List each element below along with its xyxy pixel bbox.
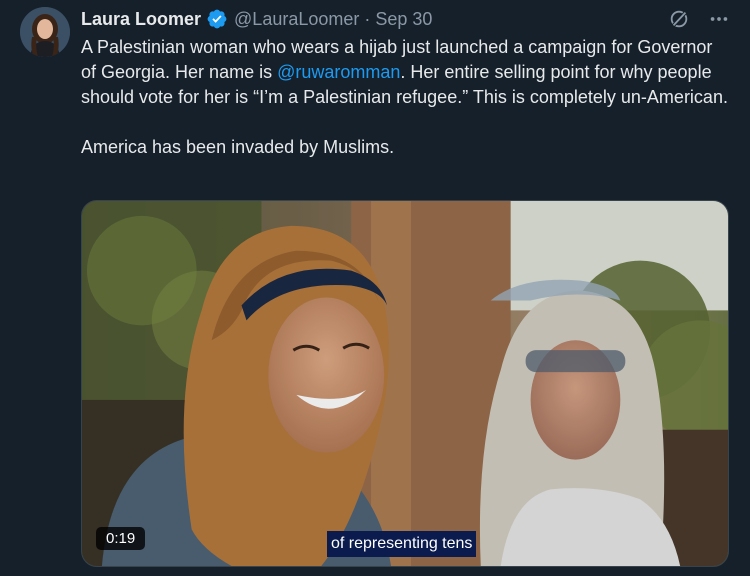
video-caption: of representing tens (327, 531, 477, 557)
video-frame (82, 201, 728, 566)
tweet-paragraph-2: America has been invaded by Muslims. (81, 137, 395, 157)
display-name[interactable]: Laura Loomer (81, 9, 201, 30)
grok-icon[interactable] (666, 6, 692, 32)
tweet-text: A Palestinian woman who wears a hijab ju… (81, 35, 731, 160)
user-handle[interactable]: @LauraLoomer (234, 9, 359, 30)
avatar[interactable] (20, 7, 70, 57)
verified-badge-icon[interactable] (206, 8, 228, 30)
mention-link[interactable]: @ruwaromman (277, 62, 400, 82)
profile-photo-icon (20, 7, 70, 57)
video-duration: 0:19 (96, 527, 146, 550)
tweet[interactable]: Laura Loomer @LauraLoomer · Sep 30 A Pal… (0, 0, 750, 576)
header-actions (666, 6, 732, 32)
more-icon[interactable] (706, 6, 732, 32)
tweet-paragraph-1: A Palestinian woman who wears a hijab ju… (81, 35, 731, 110)
separator-dot: · (364, 8, 371, 29)
tweet-header: Laura Loomer @LauraLoomer · Sep 30 (81, 8, 432, 30)
tweet-date[interactable]: Sep 30 (375, 9, 432, 30)
video-player[interactable]: 0:19 of representing tens (81, 200, 729, 567)
